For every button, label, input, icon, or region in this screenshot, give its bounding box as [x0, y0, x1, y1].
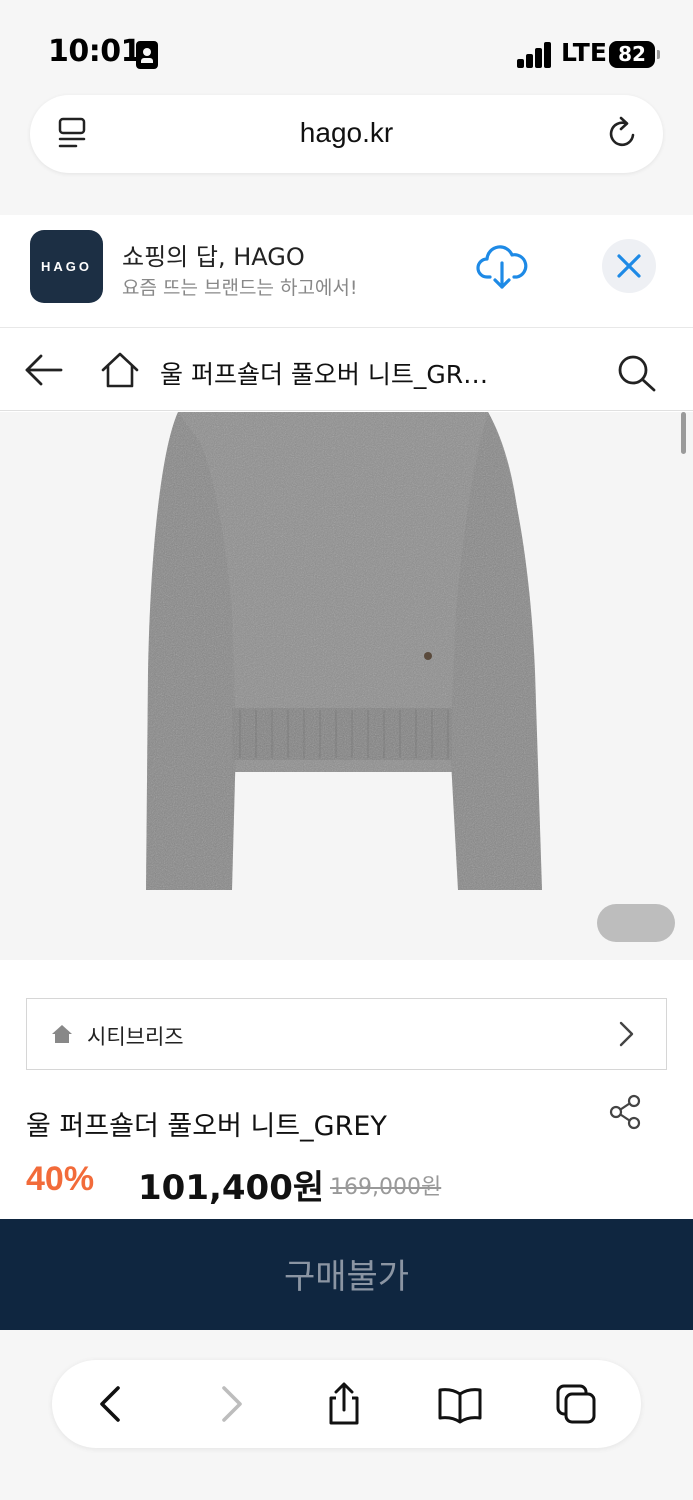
product-title: 울 퍼프숄더 풀오버 니트_GREY: [26, 1111, 387, 1142]
buy-button[interactable]: 구매불가: [0, 1219, 693, 1330]
search-icon[interactable]: [616, 353, 658, 393]
app-description: 요즘 뜨는 브랜드는 하고에서!: [122, 277, 358, 299]
close-icon: [617, 254, 641, 278]
buy-button-label: 구매불가: [283, 1257, 410, 1297]
forward-icon[interactable]: [208, 1382, 252, 1426]
tabs-icon[interactable]: [554, 1382, 598, 1426]
sale-price: 101,400원: [138, 1168, 325, 1208]
home-icon: [52, 1025, 72, 1043]
home-icon[interactable]: [100, 351, 140, 389]
address-bar[interactable]: hago.kr: [30, 95, 663, 173]
app-install-banner: HAGO 쇼핑의 답, HAGO 요즘 뜨는 브랜드는 하고에서!: [0, 215, 693, 328]
network-type: LTE: [561, 38, 607, 67]
reload-icon[interactable]: [607, 115, 639, 151]
sweater-image: [146, 412, 542, 890]
app-logo[interactable]: HAGO: [30, 230, 103, 303]
bookmarks-icon[interactable]: [438, 1382, 482, 1426]
discount-rate: 40%: [26, 1160, 95, 1198]
back-arrow-icon[interactable]: [24, 353, 64, 387]
page-title: 울 퍼프숄더 풀오버 니트_GR…: [160, 360, 489, 389]
brand-name: 시티브리즈: [87, 1025, 184, 1049]
scroll-indicator: [681, 412, 686, 454]
status-time: 10:01: [48, 34, 142, 69]
image-pager-indicator: [597, 904, 675, 942]
close-banner-button[interactable]: [602, 239, 656, 293]
contact-card-icon: [136, 41, 158, 69]
original-price: 169,000원: [330, 1175, 442, 1200]
app-name: 쇼핑의 답, HAGO: [122, 243, 305, 271]
cloud-download-icon[interactable]: [476, 245, 528, 291]
back-icon[interactable]: [90, 1382, 134, 1426]
battery-indicator: 82: [609, 41, 660, 68]
status-bar: 10:01 LTE 82: [0, 0, 693, 100]
brand-link[interactable]: 시티브리즈: [26, 998, 667, 1070]
browser-toolbar: [52, 1360, 641, 1448]
cell-signal-icon: [517, 42, 553, 68]
share-icon[interactable]: [322, 1382, 366, 1426]
product-image[interactable]: [0, 412, 693, 960]
url-text[interactable]: hago.kr: [30, 117, 663, 149]
page-header: 울 퍼프숄더 풀오버 니트_GR…: [0, 329, 693, 411]
share-icon[interactable]: [608, 1094, 644, 1130]
chevron-right-icon: [619, 1021, 634, 1047]
